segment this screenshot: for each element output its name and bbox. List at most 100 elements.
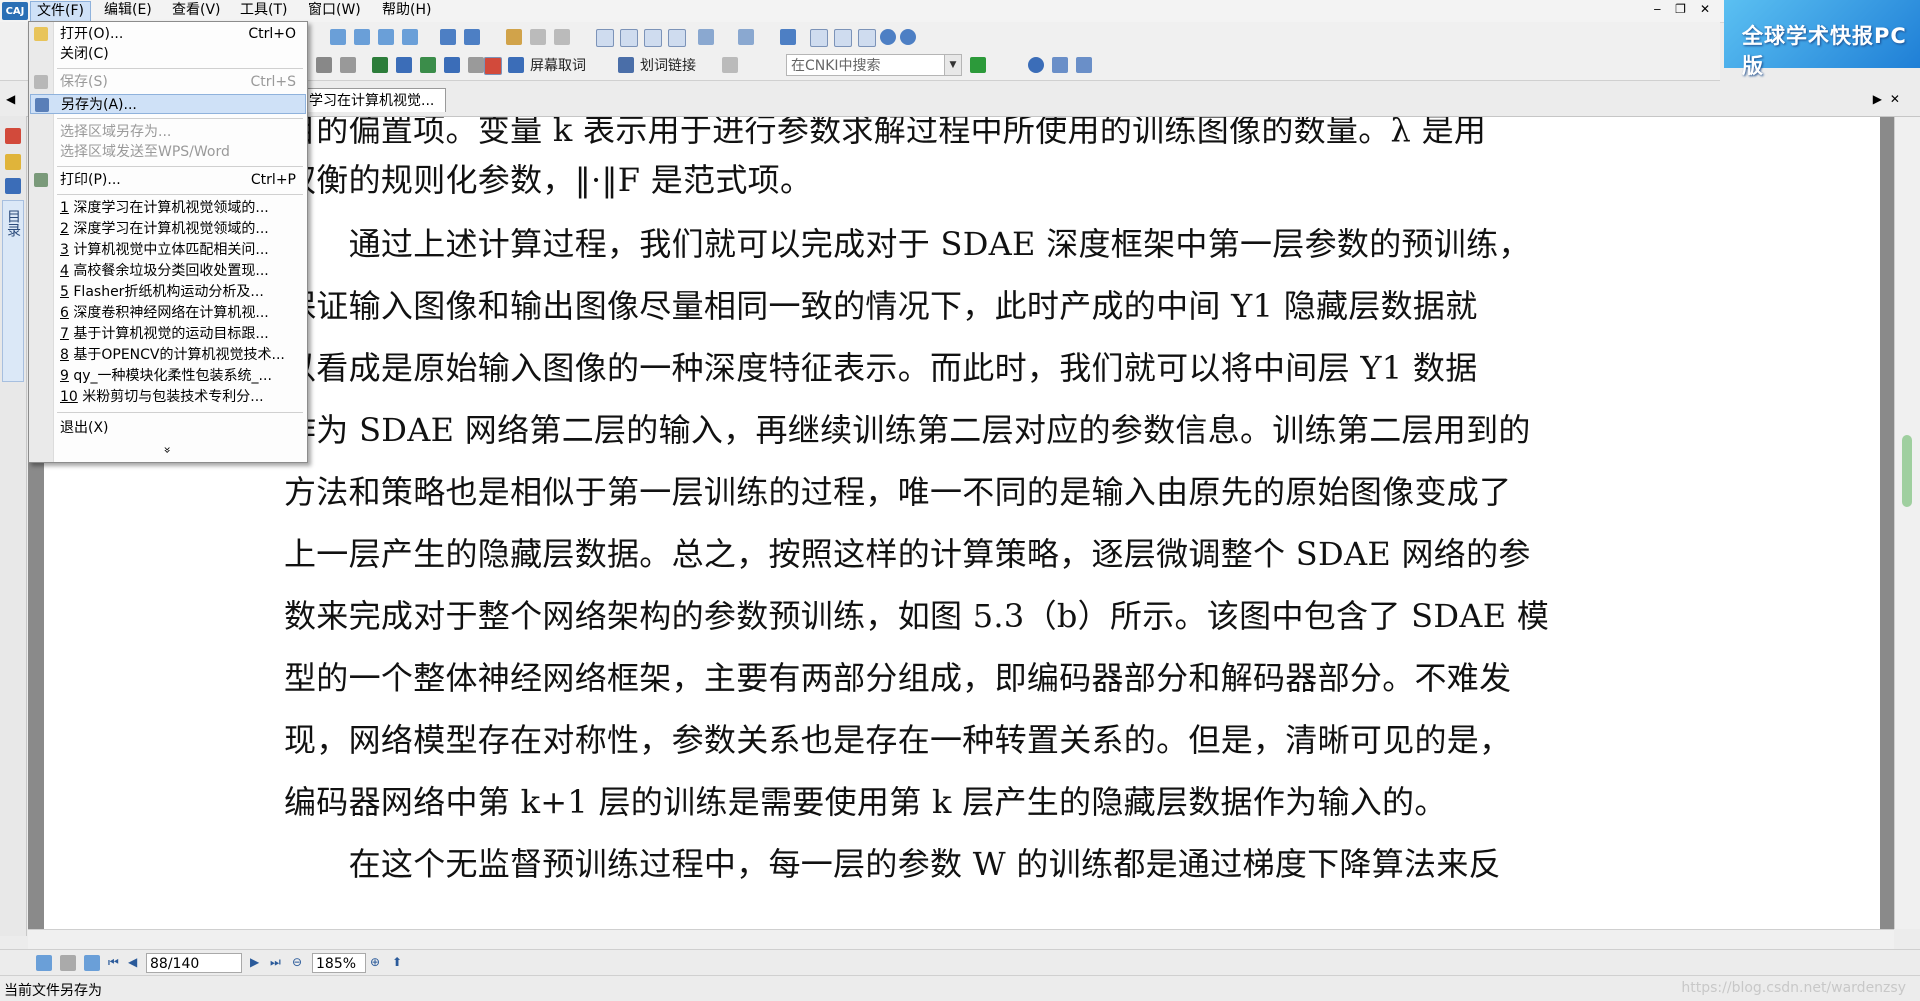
- menu-item-send-to-wps[interactable]: 选择区域发送至WPS/Word: [30, 142, 306, 162]
- recent-file-item[interactable]: 9 qy_一种模块化柔性包装系统_...: [30, 366, 306, 386]
- view-mode-2-icon[interactable]: [60, 955, 76, 971]
- zoom-out-nav-icon[interactable]: ⊖: [292, 955, 302, 969]
- pen-panel-icon[interactable]: [5, 154, 21, 170]
- first-page-icon[interactable]: [330, 29, 346, 45]
- ad-banner-text: 全球学术快报PC版: [1742, 24, 1907, 78]
- file-menu-dropdown: 打开(O)... Ctrl+O 关闭(C) 保存(S) Ctrl+S 另存为(A…: [28, 21, 308, 463]
- redo-icon[interactable]: [554, 29, 570, 45]
- doc-line: 型的一个整体神经网络框架，主要有两部分组成，即编码器部分和解码器部分。不难发: [284, 659, 1512, 697]
- vertical-scrollbar-thumb[interactable]: [1902, 435, 1912, 507]
- toc-side-tab[interactable]: 目录: [2, 200, 24, 382]
- menu-item-exit[interactable]: 退出(X): [30, 418, 306, 438]
- word-link-icon[interactable]: [618, 57, 634, 73]
- menu-window[interactable]: 窗口(W): [302, 1, 367, 20]
- recent-file-item[interactable]: 3 计算机视觉中立体匹配相关问...: [30, 240, 306, 260]
- vertical-scrollbar[interactable]: [1894, 117, 1920, 929]
- forward-icon[interactable]: [464, 29, 480, 45]
- view-mode-icon[interactable]: [36, 955, 52, 971]
- minimize-icon[interactable]: ‒: [1654, 2, 1662, 16]
- back-icon[interactable]: [440, 29, 456, 45]
- search-go-icon[interactable]: [970, 57, 986, 73]
- font-icon[interactable]: [396, 57, 412, 73]
- anchor-icon[interactable]: [444, 57, 460, 73]
- menu-file[interactable]: 文件(F): [30, 1, 91, 22]
- fit-page-icon[interactable]: [810, 29, 828, 47]
- menu-item-close[interactable]: 关闭(C): [30, 44, 306, 64]
- menu-item-open[interactable]: 打开(O)... Ctrl+O: [30, 24, 306, 44]
- zoom-in-nav-icon[interactable]: ⊕: [370, 955, 380, 969]
- toc-panel-icon[interactable]: [5, 178, 21, 194]
- doc-line: 在这个无监督预训练过程中，每一层的参数 W 的训练都是通过梯度下降算法来反: [284, 845, 1501, 883]
- translate-icon[interactable]: [722, 57, 738, 73]
- next-page-icon[interactable]: [378, 29, 394, 45]
- tab-scroll-left-icon[interactable]: ◀: [6, 92, 15, 106]
- pin-icon[interactable]: ⬆: [392, 955, 402, 969]
- last-page-icon[interactable]: [402, 29, 418, 45]
- screen-capture-label[interactable]: 屏幕取词: [530, 55, 586, 75]
- recent-file-item[interactable]: 1 深度学习在计算机视觉领域的...: [30, 198, 306, 218]
- help-icon[interactable]: [1028, 57, 1044, 73]
- restore-icon[interactable]: ❐: [1675, 2, 1686, 16]
- zoom-in-icon[interactable]: [900, 29, 916, 45]
- page-nav-bar: ⏮ ◀ 88/140 ▶ ⏭ ⊖ 185% ⊕ ⬆: [0, 949, 1920, 976]
- tab-document[interactable]: 学习在计算机视觉...: [304, 88, 446, 112]
- continuous-page-icon[interactable]: [620, 29, 638, 47]
- menu-edit[interactable]: 编辑(E): [98, 1, 158, 20]
- view-mode-3-icon[interactable]: [84, 955, 100, 971]
- menu-item-save[interactable]: 保存(S) Ctrl+S: [30, 72, 306, 92]
- menu-item-save-region-as[interactable]: 选择区域另存为...: [30, 122, 306, 142]
- two-page-icon[interactable]: [644, 29, 662, 47]
- next-page-nav-icon[interactable]: ▶: [250, 955, 259, 969]
- highlight-icon[interactable]: [420, 57, 436, 73]
- zoom-out-icon[interactable]: [880, 29, 896, 45]
- chevron-down-icon[interactable]: ▼: [944, 55, 961, 75]
- single-page-icon[interactable]: [596, 29, 614, 47]
- zoom-level-input[interactable]: 185%: [312, 953, 366, 973]
- rotate-icon[interactable]: [698, 29, 714, 45]
- hand-tool-icon[interactable]: [506, 29, 522, 45]
- recent-file-item[interactable]: 5 Flasher折纸机构运动分析及...: [30, 282, 306, 302]
- menu-view[interactable]: 查看(V): [166, 1, 227, 20]
- fit-width-icon[interactable]: [834, 29, 852, 47]
- capture-icon[interactable]: [484, 57, 502, 75]
- share-icon[interactable]: [1076, 57, 1092, 73]
- page-number-input[interactable]: 88/140: [146, 953, 242, 973]
- menu-item-save-as[interactable]: 另存为(A)...: [30, 94, 306, 114]
- horizontal-scrollbar[interactable]: [28, 929, 1894, 950]
- toc-side-tab-label: 目录: [5, 209, 21, 237]
- lookup-icon[interactable]: [508, 57, 524, 73]
- first-page-nav-icon[interactable]: ⏮: [108, 955, 119, 970]
- recent-file-item[interactable]: 2 深度学习在计算机视觉领域的...: [30, 219, 306, 239]
- text-select-icon[interactable]: [372, 57, 388, 73]
- recent-file-item[interactable]: 6 深度卷积神经网络在计算机视...: [30, 303, 306, 323]
- actual-size-icon[interactable]: [858, 29, 876, 47]
- menu-help[interactable]: 帮助(H): [376, 1, 437, 20]
- word-link-label[interactable]: 划词链接: [640, 55, 696, 75]
- menu-separator: [57, 118, 303, 119]
- menu-expand-more[interactable]: »: [30, 440, 306, 460]
- status-text: 当前文件另存为: [4, 983, 102, 999]
- prev-page-nav-icon[interactable]: ◀: [128, 955, 137, 969]
- notes-panel-icon[interactable]: [5, 128, 21, 144]
- ad-banner[interactable]: 全球学术快报PC版: [1724, 0, 1920, 78]
- layout-icon[interactable]: [738, 29, 754, 45]
- menu-item-print[interactable]: 打印(P)... Ctrl+P: [30, 170, 306, 190]
- recent-file-item[interactable]: 10 米粉剪切与包装技术专利分...: [30, 387, 306, 407]
- fullscreen-icon[interactable]: [780, 29, 796, 45]
- close-icon[interactable]: ✕: [1700, 2, 1710, 16]
- doc-line: 方法和策略也是相似于第一层训练的过程，唯一不同的是输入由原先的原始图像变成了: [284, 473, 1512, 511]
- recent-file-item[interactable]: 7 基于计算机视觉的运动目标跟...: [30, 324, 306, 344]
- export-icon[interactable]: [1052, 57, 1068, 73]
- stamp-icon[interactable]: [468, 57, 484, 73]
- undo-icon[interactable]: [530, 29, 546, 45]
- menu-tools[interactable]: 工具(T): [234, 1, 293, 20]
- recent-file-item[interactable]: 4 高校餐余垃圾分类回收处置现...: [30, 261, 306, 281]
- tab-scroll-right-icon[interactable]: ▶✕: [1873, 92, 1908, 106]
- prev-page-icon[interactable]: [354, 29, 370, 45]
- thumbnail-icon[interactable]: [668, 29, 686, 47]
- cnki-search-input[interactable]: 在CNKI中搜索: [786, 54, 962, 76]
- recent-file-item[interactable]: 8 基于OPENCV的计算机视觉技术...: [30, 345, 306, 365]
- audio-icon[interactable]: [340, 57, 356, 73]
- last-page-nav-icon[interactable]: ⏭: [270, 955, 281, 970]
- settings-icon[interactable]: [316, 57, 332, 73]
